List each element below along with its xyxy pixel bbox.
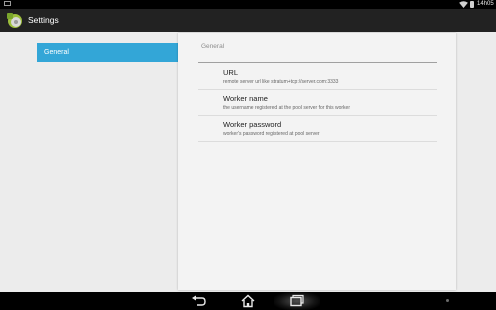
header-item-general[interactable]: General	[37, 43, 178, 62]
battery-icon	[470, 1, 474, 8]
back-icon[interactable]	[189, 294, 209, 308]
pref-worker-name[interactable]: Worker name the username registered at t…	[198, 91, 437, 116]
status-bar: 14h05	[0, 0, 496, 9]
preference-headers: General	[37, 43, 178, 62]
pref-worker-password-title: Worker password	[223, 120, 282, 129]
preference-details-panel: General URL remote server url like strat…	[178, 33, 456, 290]
category-title: General	[201, 43, 225, 50]
pref-url-title: URL	[223, 68, 239, 77]
action-bar-title: Settings	[28, 15, 59, 25]
notification-icon	[4, 1, 11, 6]
status-clock: 14h05	[477, 1, 494, 7]
menu-dot-icon	[446, 299, 449, 302]
wifi-icon	[459, 1, 468, 8]
pref-worker-name-summary: the username registered at the pool serv…	[223, 105, 351, 111]
category-divider	[198, 62, 437, 63]
navigation-bar	[0, 292, 496, 310]
pref-url[interactable]: URL remote server url like stratum+tcp:/…	[198, 65, 437, 90]
pref-worker-password[interactable]: Worker password worker's password regist…	[198, 117, 437, 142]
app-gear-icon[interactable]	[6, 11, 24, 29]
home-icon[interactable]	[238, 294, 258, 308]
action-bar: Settings	[0, 9, 496, 32]
recent-apps-icon[interactable]	[286, 294, 306, 308]
pref-url-summary: remote server url like stratum+tcp://ser…	[223, 79, 339, 85]
pref-worker-password-summary: worker's password registered at pool ser…	[223, 131, 320, 137]
pref-worker-name-title: Worker name	[223, 94, 268, 103]
